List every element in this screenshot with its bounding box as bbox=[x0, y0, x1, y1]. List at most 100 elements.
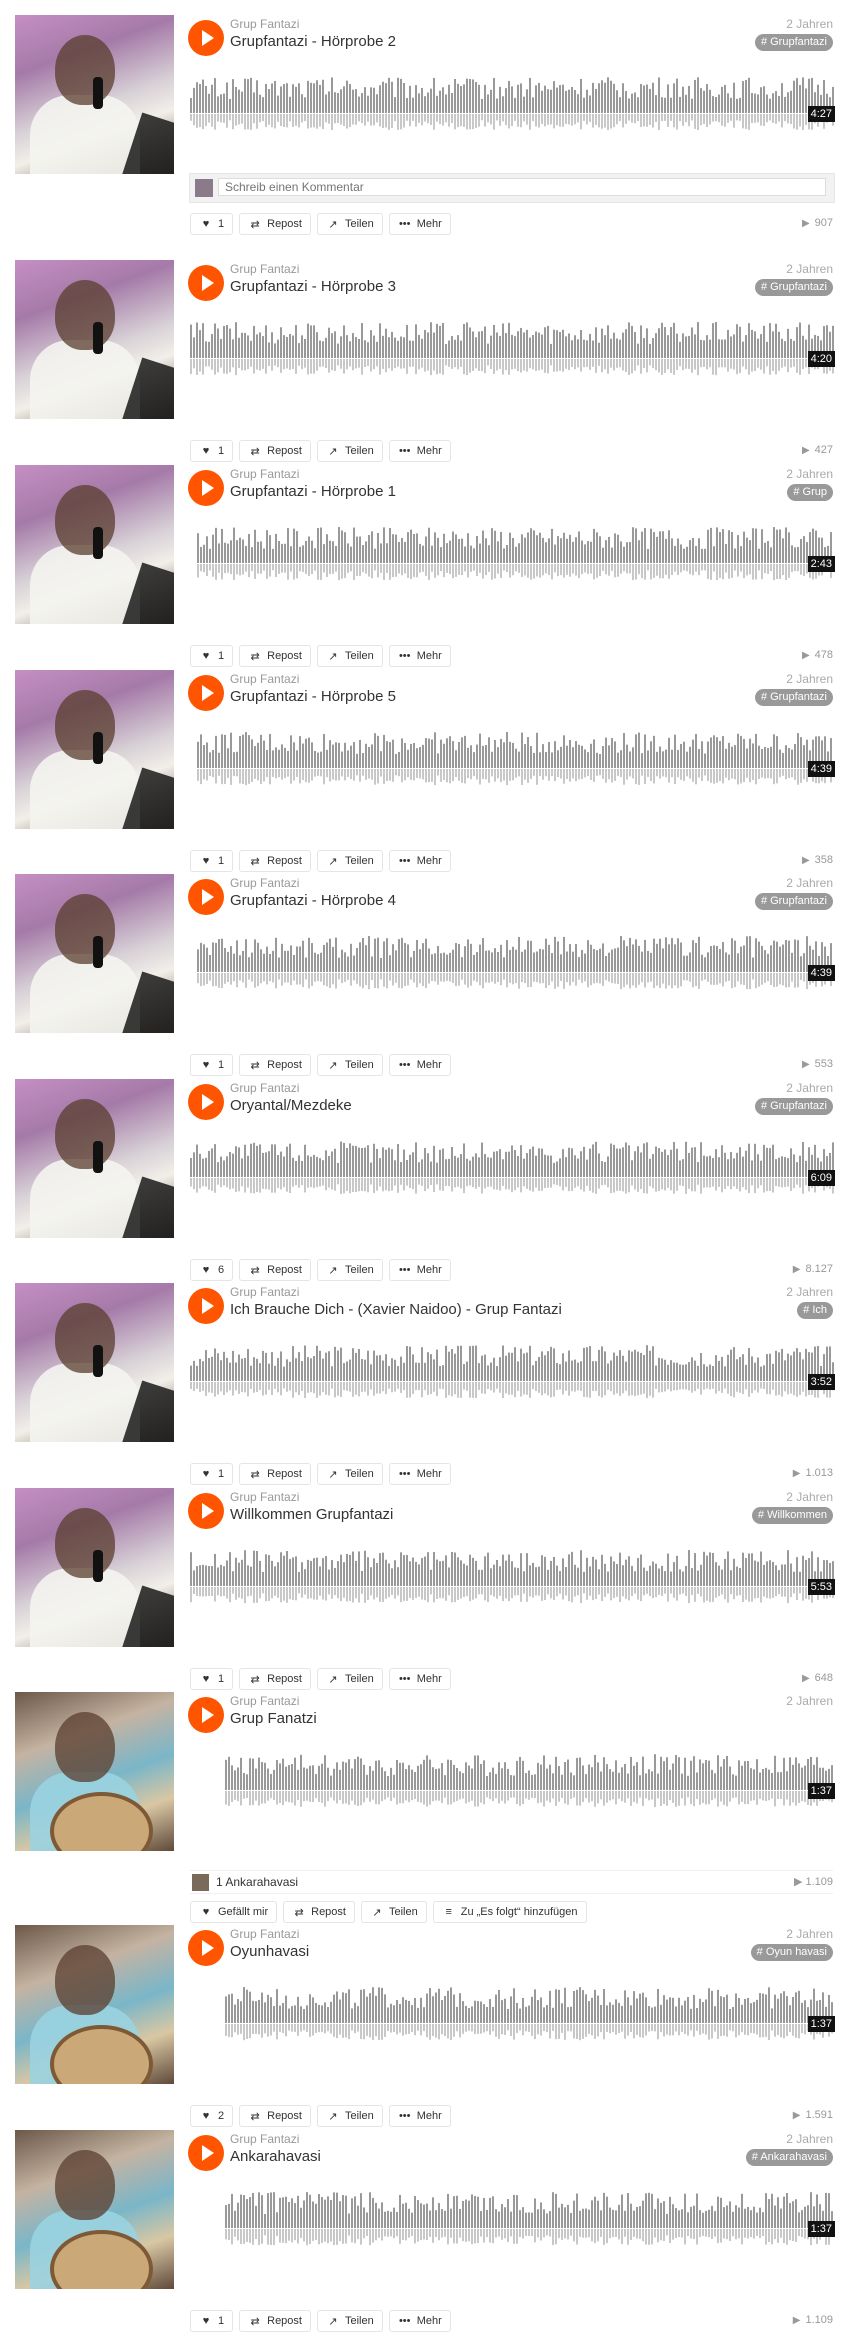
repost-button[interactable]: ⇄ Repost bbox=[283, 1901, 355, 1923]
play-button[interactable] bbox=[188, 470, 224, 506]
track-title[interactable]: Grupfantazi - Hörprobe 3 bbox=[230, 278, 396, 295]
track-artwork[interactable] bbox=[15, 1079, 174, 1238]
tag-badge[interactable]: # Grupfantazi bbox=[754, 1098, 833, 1115]
track-artwork[interactable] bbox=[15, 874, 174, 1033]
tag-badge[interactable]: # Grupfantazi bbox=[754, 34, 833, 51]
waveform[interactable]: 6:09 bbox=[190, 1129, 835, 1204]
related-playlist[interactable]: 1 Ankarahavasi ▶ 1.109 bbox=[190, 1870, 833, 1894]
waveform[interactable]: 4:39 bbox=[197, 924, 835, 999]
tag-badge[interactable]: # Grupfantazi bbox=[754, 689, 833, 706]
repost-button[interactable]: ⇄ Repost bbox=[239, 2310, 311, 2332]
waveform[interactable]: 5:53 bbox=[190, 1538, 835, 1613]
track-artwork[interactable] bbox=[15, 1925, 174, 2084]
track-artwork[interactable] bbox=[15, 1283, 174, 1442]
share-button[interactable]: ↗ Teilen bbox=[316, 1668, 383, 1690]
waveform[interactable]: 1:37 bbox=[225, 1742, 835, 1817]
share-button[interactable]: ↗ Teilen bbox=[316, 440, 383, 462]
track-artwork[interactable] bbox=[15, 670, 174, 829]
more-button[interactable]: ••• Mehr bbox=[388, 2310, 451, 2332]
add-next-button[interactable]: ≡ Zu „Es folgt“ hinzufügen bbox=[432, 1901, 587, 1923]
share-button[interactable]: ↗ Teilen bbox=[316, 1259, 383, 1281]
tag-badge[interactable]: # Ankarahavasi bbox=[745, 2149, 833, 2166]
repost-button[interactable]: ⇄ Repost bbox=[239, 213, 311, 235]
uploader-name[interactable]: Grup Fantazi bbox=[230, 1285, 299, 1299]
play-button[interactable] bbox=[188, 20, 224, 56]
play-button[interactable] bbox=[188, 1697, 224, 1733]
track-title[interactable]: Oyunhavasi bbox=[230, 1943, 309, 1960]
like-button[interactable]: ♥ Gefällt mir bbox=[190, 1901, 278, 1923]
track-title[interactable]: Grupfantazi - Hörprobe 2 bbox=[230, 33, 396, 50]
tag-badge[interactable]: # Willkommen bbox=[751, 1507, 833, 1524]
track-artwork[interactable] bbox=[15, 2130, 174, 2289]
play-button[interactable] bbox=[188, 1930, 224, 1966]
more-button[interactable]: ••• Mehr bbox=[388, 440, 451, 462]
play-button[interactable] bbox=[188, 265, 224, 301]
track-title[interactable]: Grupfantazi - Hörprobe 4 bbox=[230, 892, 396, 909]
uploader-name[interactable]: Grup Fantazi bbox=[230, 1927, 299, 1941]
track-title[interactable]: Oryantal/Mezdeke bbox=[230, 1097, 352, 1114]
like-button[interactable]: ♥ 1 bbox=[190, 645, 234, 667]
uploader-name[interactable]: Grup Fantazi bbox=[230, 876, 299, 890]
uploader-name[interactable]: Grup Fantazi bbox=[230, 1490, 299, 1504]
more-button[interactable]: ••• Mehr bbox=[388, 850, 451, 872]
like-button[interactable]: ♥ 1 bbox=[190, 2310, 234, 2332]
tag-badge[interactable]: # Ich bbox=[797, 1302, 833, 1319]
uploader-name[interactable]: Grup Fantazi bbox=[230, 262, 299, 276]
more-button[interactable]: ••• Mehr bbox=[388, 1668, 451, 1690]
waveform[interactable]: 4:20 bbox=[190, 310, 835, 385]
share-button[interactable]: ↗ Teilen bbox=[316, 1463, 383, 1485]
like-button[interactable]: ♥ 1 bbox=[190, 850, 234, 872]
like-button[interactable]: ♥ 2 bbox=[190, 2105, 234, 2127]
repost-button[interactable]: ⇄ Repost bbox=[239, 440, 311, 462]
uploader-name[interactable]: Grup Fantazi bbox=[230, 1081, 299, 1095]
play-button[interactable] bbox=[188, 1084, 224, 1120]
waveform[interactable]: 1:37 bbox=[225, 1975, 835, 2050]
more-button[interactable]: ••• Mehr bbox=[388, 1463, 451, 1485]
tag-badge[interactable]: # Grupfantazi bbox=[754, 893, 833, 910]
track-artwork[interactable] bbox=[15, 15, 174, 174]
share-button[interactable]: ↗ Teilen bbox=[316, 1054, 383, 1076]
track-title[interactable]: Grup Fanatzi bbox=[230, 1710, 317, 1727]
share-button[interactable]: ↗ Teilen bbox=[316, 645, 383, 667]
repost-button[interactable]: ⇄ Repost bbox=[239, 2105, 311, 2127]
repost-button[interactable]: ⇄ Repost bbox=[239, 1463, 311, 1485]
play-button[interactable] bbox=[188, 2135, 224, 2171]
comment-input[interactable] bbox=[218, 178, 826, 196]
repost-button[interactable]: ⇄ Repost bbox=[239, 1259, 311, 1281]
waveform[interactable]: 4:39 bbox=[197, 720, 835, 795]
play-button[interactable] bbox=[188, 1288, 224, 1324]
share-button[interactable]: ↗ Teilen bbox=[316, 2310, 383, 2332]
like-button[interactable]: ♥ 1 bbox=[190, 440, 234, 462]
play-button[interactable] bbox=[188, 1493, 224, 1529]
waveform[interactable]: 1:37 bbox=[225, 2180, 835, 2255]
repost-button[interactable]: ⇄ Repost bbox=[239, 1668, 311, 1690]
uploader-name[interactable]: Grup Fantazi bbox=[230, 1694, 299, 1708]
uploader-name[interactable]: Grup Fantazi bbox=[230, 467, 299, 481]
share-button[interactable]: ↗ Teilen bbox=[316, 2105, 383, 2127]
tag-badge[interactable]: # Oyun havasi bbox=[750, 1944, 833, 1961]
uploader-name[interactable]: Grup Fantazi bbox=[230, 672, 299, 686]
tag-badge[interactable]: # Grup bbox=[787, 484, 833, 501]
uploader-name[interactable]: Grup Fantazi bbox=[230, 17, 299, 31]
uploader-name[interactable]: Grup Fantazi bbox=[230, 2132, 299, 2146]
like-button[interactable]: ♥ 1 bbox=[190, 1054, 234, 1076]
share-button[interactable]: ↗ Teilen bbox=[316, 850, 383, 872]
waveform[interactable]: 4:27 bbox=[190, 65, 835, 140]
track-artwork[interactable] bbox=[15, 465, 174, 624]
play-button[interactable] bbox=[188, 879, 224, 915]
more-button[interactable]: ••• Mehr bbox=[388, 1054, 451, 1076]
track-title[interactable]: Ich Brauche Dich - (Xavier Naidoo) - Gru… bbox=[230, 1301, 562, 1318]
track-title[interactable]: Grupfantazi - Hörprobe 1 bbox=[230, 483, 396, 500]
track-artwork[interactable] bbox=[15, 1488, 174, 1647]
more-button[interactable]: ••• Mehr bbox=[388, 645, 451, 667]
track-title[interactable]: Grupfantazi - Hörprobe 5 bbox=[230, 688, 396, 705]
like-button[interactable]: ♥ 1 bbox=[190, 213, 234, 235]
like-button[interactable]: ♥ 6 bbox=[190, 1259, 234, 1281]
comment-form[interactable] bbox=[189, 173, 835, 203]
tag-badge[interactable]: # Grupfantazi bbox=[754, 279, 833, 296]
more-button[interactable]: ••• Mehr bbox=[388, 213, 451, 235]
waveform[interactable]: 3:52 bbox=[190, 1333, 835, 1408]
like-button[interactable]: ♥ 1 bbox=[190, 1463, 234, 1485]
waveform[interactable]: 2:43 bbox=[197, 515, 835, 590]
more-button[interactable]: ••• Mehr bbox=[388, 2105, 451, 2127]
